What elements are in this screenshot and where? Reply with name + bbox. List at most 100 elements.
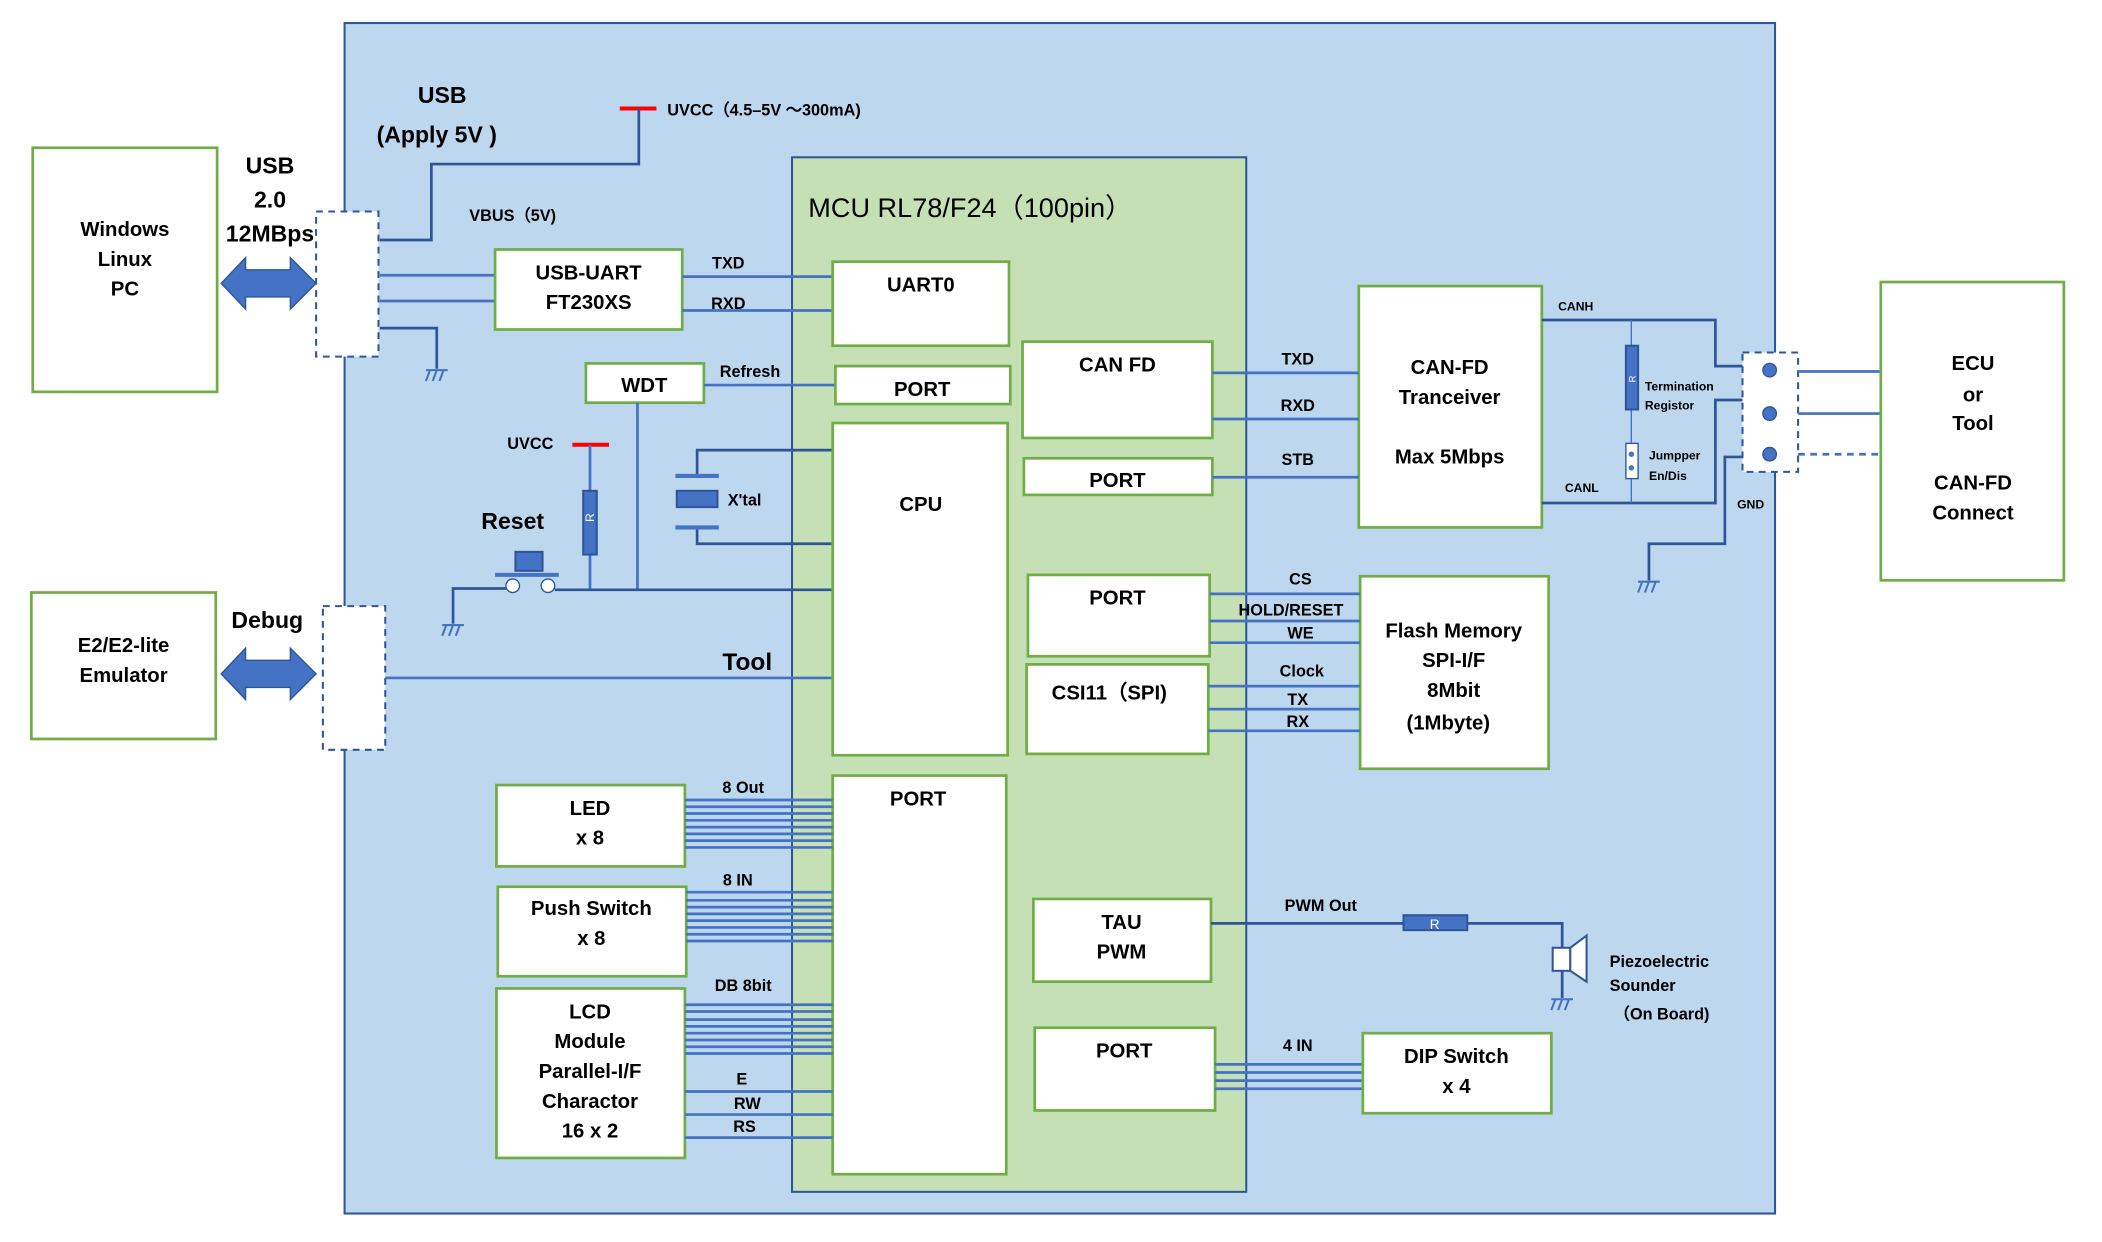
svg-text:Parallel-I/F: Parallel-I/F [539, 1061, 642, 1083]
hold-reset-label: HOLD/RESET [1239, 602, 1344, 620]
svg-text:(1Mbyte): (1Mbyte) [1406, 712, 1490, 734]
svg-text:ECU: ECU [1952, 353, 1995, 375]
svg-text:DIP Switch: DIP Switch [1404, 1046, 1509, 1068]
svg-text:8Mbit: 8Mbit [1427, 680, 1480, 702]
svg-text:Module: Module [554, 1031, 625, 1053]
emulator: E2/E2-lite Emulator [30, 591, 218, 741]
ecu-wires [1798, 370, 1881, 415]
vbus-label: VBUS（5V) [469, 207, 556, 225]
rxd-label: RXD [711, 295, 746, 313]
can-transceiver: CAN-FD Tranceiver Max 5Mbps [1357, 284, 1544, 529]
svg-text:x 8: x 8 [577, 928, 605, 950]
svg-text:CAN FD: CAN FD [1079, 355, 1156, 377]
svg-text:E2/E2-lite: E2/E2-lite [78, 635, 170, 657]
we-label: WE [1287, 625, 1313, 643]
svg-text:CSI11（SPI): CSI11（SPI) [1052, 682, 1167, 705]
port-stb-block: PORT [1022, 456, 1214, 497]
svg-text:Tool: Tool [1952, 413, 1993, 435]
pullup-resistor-label: R [583, 513, 597, 522]
svg-text:or: or [1963, 384, 1983, 406]
tau-pwm-block: TAU PWM [1032, 897, 1213, 984]
jumper-label: Jumpper [1649, 449, 1701, 463]
can-rxd-label: RXD [1281, 397, 1316, 415]
pwm-out-label: PWM Out [1285, 897, 1358, 915]
cpu-block: CPU [831, 421, 1009, 757]
svg-text:x 4: x 4 [1442, 1076, 1471, 1098]
svg-text:LED: LED [570, 798, 611, 820]
debug-connector [321, 605, 387, 751]
svg-text:PORT: PORT [1096, 1041, 1153, 1063]
svg-text:PWM: PWM [1097, 942, 1147, 964]
usb-double-arrow-icon [220, 255, 318, 311]
svg-text:Windows: Windows [80, 219, 169, 241]
lcd-e-label: E [736, 1071, 747, 1089]
wdt-block: WDT [584, 362, 706, 405]
host-pc: Windows Linux PC [31, 146, 219, 394]
lcd-bus-label: DB 8bit [715, 977, 773, 995]
sounder-label-2: Sounder [1610, 977, 1677, 995]
can-txd-label: TXD [1281, 351, 1314, 369]
rx-label: RX [1286, 713, 1309, 731]
svg-text:FT230XS: FT230XS [546, 292, 632, 314]
canh-label: CANH [1558, 300, 1593, 314]
uvcc-label: UVCC（4.5–5V ～300mA) [667, 101, 860, 119]
port-flash-block: PORT [1026, 573, 1211, 658]
reset-label: Reset [481, 508, 544, 534]
ecu-tool: ECU or Tool CAN-FD Connect [1879, 280, 2066, 582]
pullup-resistor-icon [582, 489, 598, 556]
clock-label: Clock [1280, 663, 1325, 681]
svg-text:CAN-FD: CAN-FD [1411, 357, 1489, 379]
svg-text:x 8: x 8 [576, 828, 604, 850]
svg-text:Emulator: Emulator [80, 665, 168, 687]
jumper-icon[interactable] [1625, 442, 1639, 480]
svg-text:Flash Memory: Flash Memory [1385, 620, 1522, 642]
reset-uvcc-label: UVCC [507, 435, 553, 453]
port-wdt-block: PORT [834, 364, 1012, 406]
tool-label: Tool [722, 649, 772, 676]
cs-label: CS [1289, 570, 1312, 588]
svg-text:Max 5Mbps: Max 5Mbps [1395, 447, 1505, 469]
usb-connector [315, 210, 380, 358]
svg-text:PORT: PORT [890, 788, 947, 810]
push-switch-block: Push Switch x 8 [496, 885, 688, 978]
push-bus-label: 8 IN [723, 871, 753, 889]
svg-text:PORT: PORT [894, 379, 951, 401]
refresh-label: Refresh [720, 363, 781, 381]
dip-switch: DIP Switch x 4 [1361, 1031, 1553, 1115]
svg-text:12MBps: 12MBps [226, 220, 314, 246]
svg-text:Connect: Connect [1932, 502, 2014, 524]
svg-text:UART0: UART0 [887, 275, 955, 297]
pwm-resistor-label: R [1430, 917, 1440, 932]
gnd-label: GND [1737, 497, 1764, 511]
can-connector [1741, 351, 1800, 473]
block-diagram: MCU RL78/F24（100pin） Windows Linux PC US… [30, 22, 2066, 1215]
lcd-rw-label: RW [734, 1095, 761, 1113]
svg-text:PORT: PORT [1089, 470, 1146, 492]
port-io-block: PORT [831, 774, 1008, 1176]
svg-text:Charactor: Charactor [542, 1091, 638, 1113]
xtal-label: X'tal [728, 492, 762, 510]
debug-double-arrow-icon [220, 646, 318, 702]
svg-text:PORT: PORT [1089, 588, 1146, 610]
svg-text:2.0: 2.0 [254, 186, 286, 212]
lcd-rs-label: RS [733, 1118, 756, 1136]
svg-text:CPU: CPU [899, 494, 942, 516]
uart0-block: UART0 [831, 260, 1011, 348]
lcd-block: LCD Module Parallel-I/F Charactor 16 x 2 [495, 987, 687, 1160]
mcu-title: MCU RL78/F24（100pin） [808, 192, 1132, 223]
csi11-block: CSI11（SPI) [1025, 663, 1210, 756]
flash-memory: Flash Memory SPI-I/F 8Mbit (1Mbyte) [1358, 574, 1550, 771]
jumper-label-2: En/Dis [1649, 469, 1687, 483]
led-bus-label: 8 Out [722, 779, 764, 797]
svg-text:Push Switch: Push Switch [531, 898, 652, 920]
svg-text:TAU: TAU [1101, 912, 1141, 934]
svg-text:PC: PC [111, 279, 140, 301]
usb-uart-chip: USB-UART FT230XS [493, 248, 684, 331]
port-dip-block: PORT [1033, 1026, 1217, 1112]
svg-text:LCD: LCD [569, 1001, 611, 1023]
svg-text:USB-UART: USB-UART [536, 262, 643, 284]
svg-text:CAN-FD: CAN-FD [1934, 472, 2012, 494]
svg-text:Tranceiver: Tranceiver [1399, 387, 1501, 409]
can-fd-block: CAN FD [1021, 340, 1214, 440]
canl-label: CANL [1565, 481, 1599, 495]
